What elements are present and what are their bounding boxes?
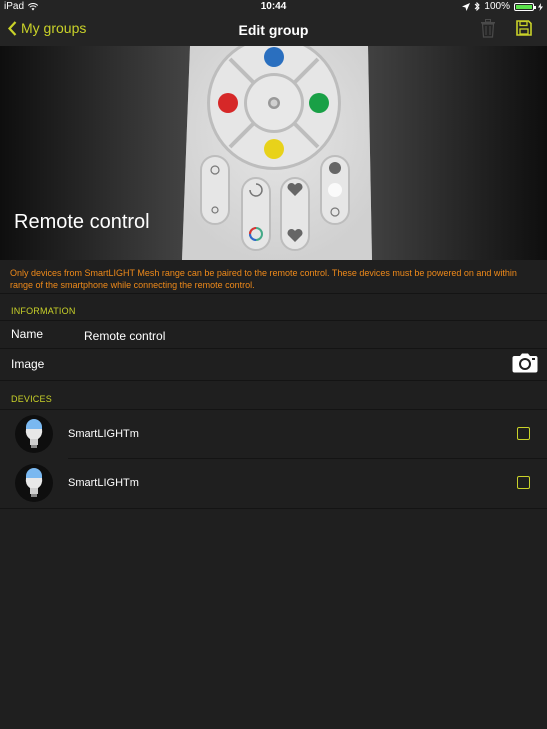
light-bulb-icon — [15, 415, 53, 453]
battery-icon — [514, 2, 536, 11]
navigation-bar: My groups Edit group — [0, 14, 547, 46]
group-hero-image: Remote control — [0, 46, 547, 260]
status-bar: iPad 10:44 100% — [0, 0, 547, 14]
device-row[interactable]: SmartLIGHTm — [0, 459, 547, 507]
device-label: SmartLIGHTm — [68, 477, 139, 489]
devices-header: DEVICES — [11, 394, 52, 404]
device-checkbox[interactable] — [517, 427, 530, 440]
hero-title: Remote control — [14, 211, 150, 233]
divider — [0, 348, 547, 349]
device-checkbox[interactable] — [517, 476, 530, 489]
charging-icon — [538, 2, 543, 11]
device-row[interactable]: SmartLIGHTm — [0, 410, 547, 458]
information-header: INFORMATION — [11, 306, 76, 316]
page-title: Edit group — [238, 22, 309, 38]
light-bulb-icon — [15, 464, 53, 502]
save-icon[interactable] — [516, 20, 532, 36]
device-label: SmartLIGHTm — [68, 428, 139, 440]
pairing-notice: Only devices from SmartLIGHT Mesh range … — [10, 268, 517, 290]
location-arrow-icon — [462, 2, 471, 11]
trash-icon[interactable] — [480, 19, 496, 38]
divider — [0, 320, 547, 321]
camera-icon[interactable] — [512, 353, 538, 373]
image-label: Image — [11, 357, 45, 371]
bluetooth-icon — [475, 2, 481, 11]
name-label: Name — [11, 327, 44, 341]
divider — [0, 380, 547, 381]
divider — [0, 293, 547, 294]
divider — [0, 508, 547, 509]
name-field[interactable]: Remote control — [84, 329, 165, 343]
battery-percent: 100% — [484, 1, 510, 12]
